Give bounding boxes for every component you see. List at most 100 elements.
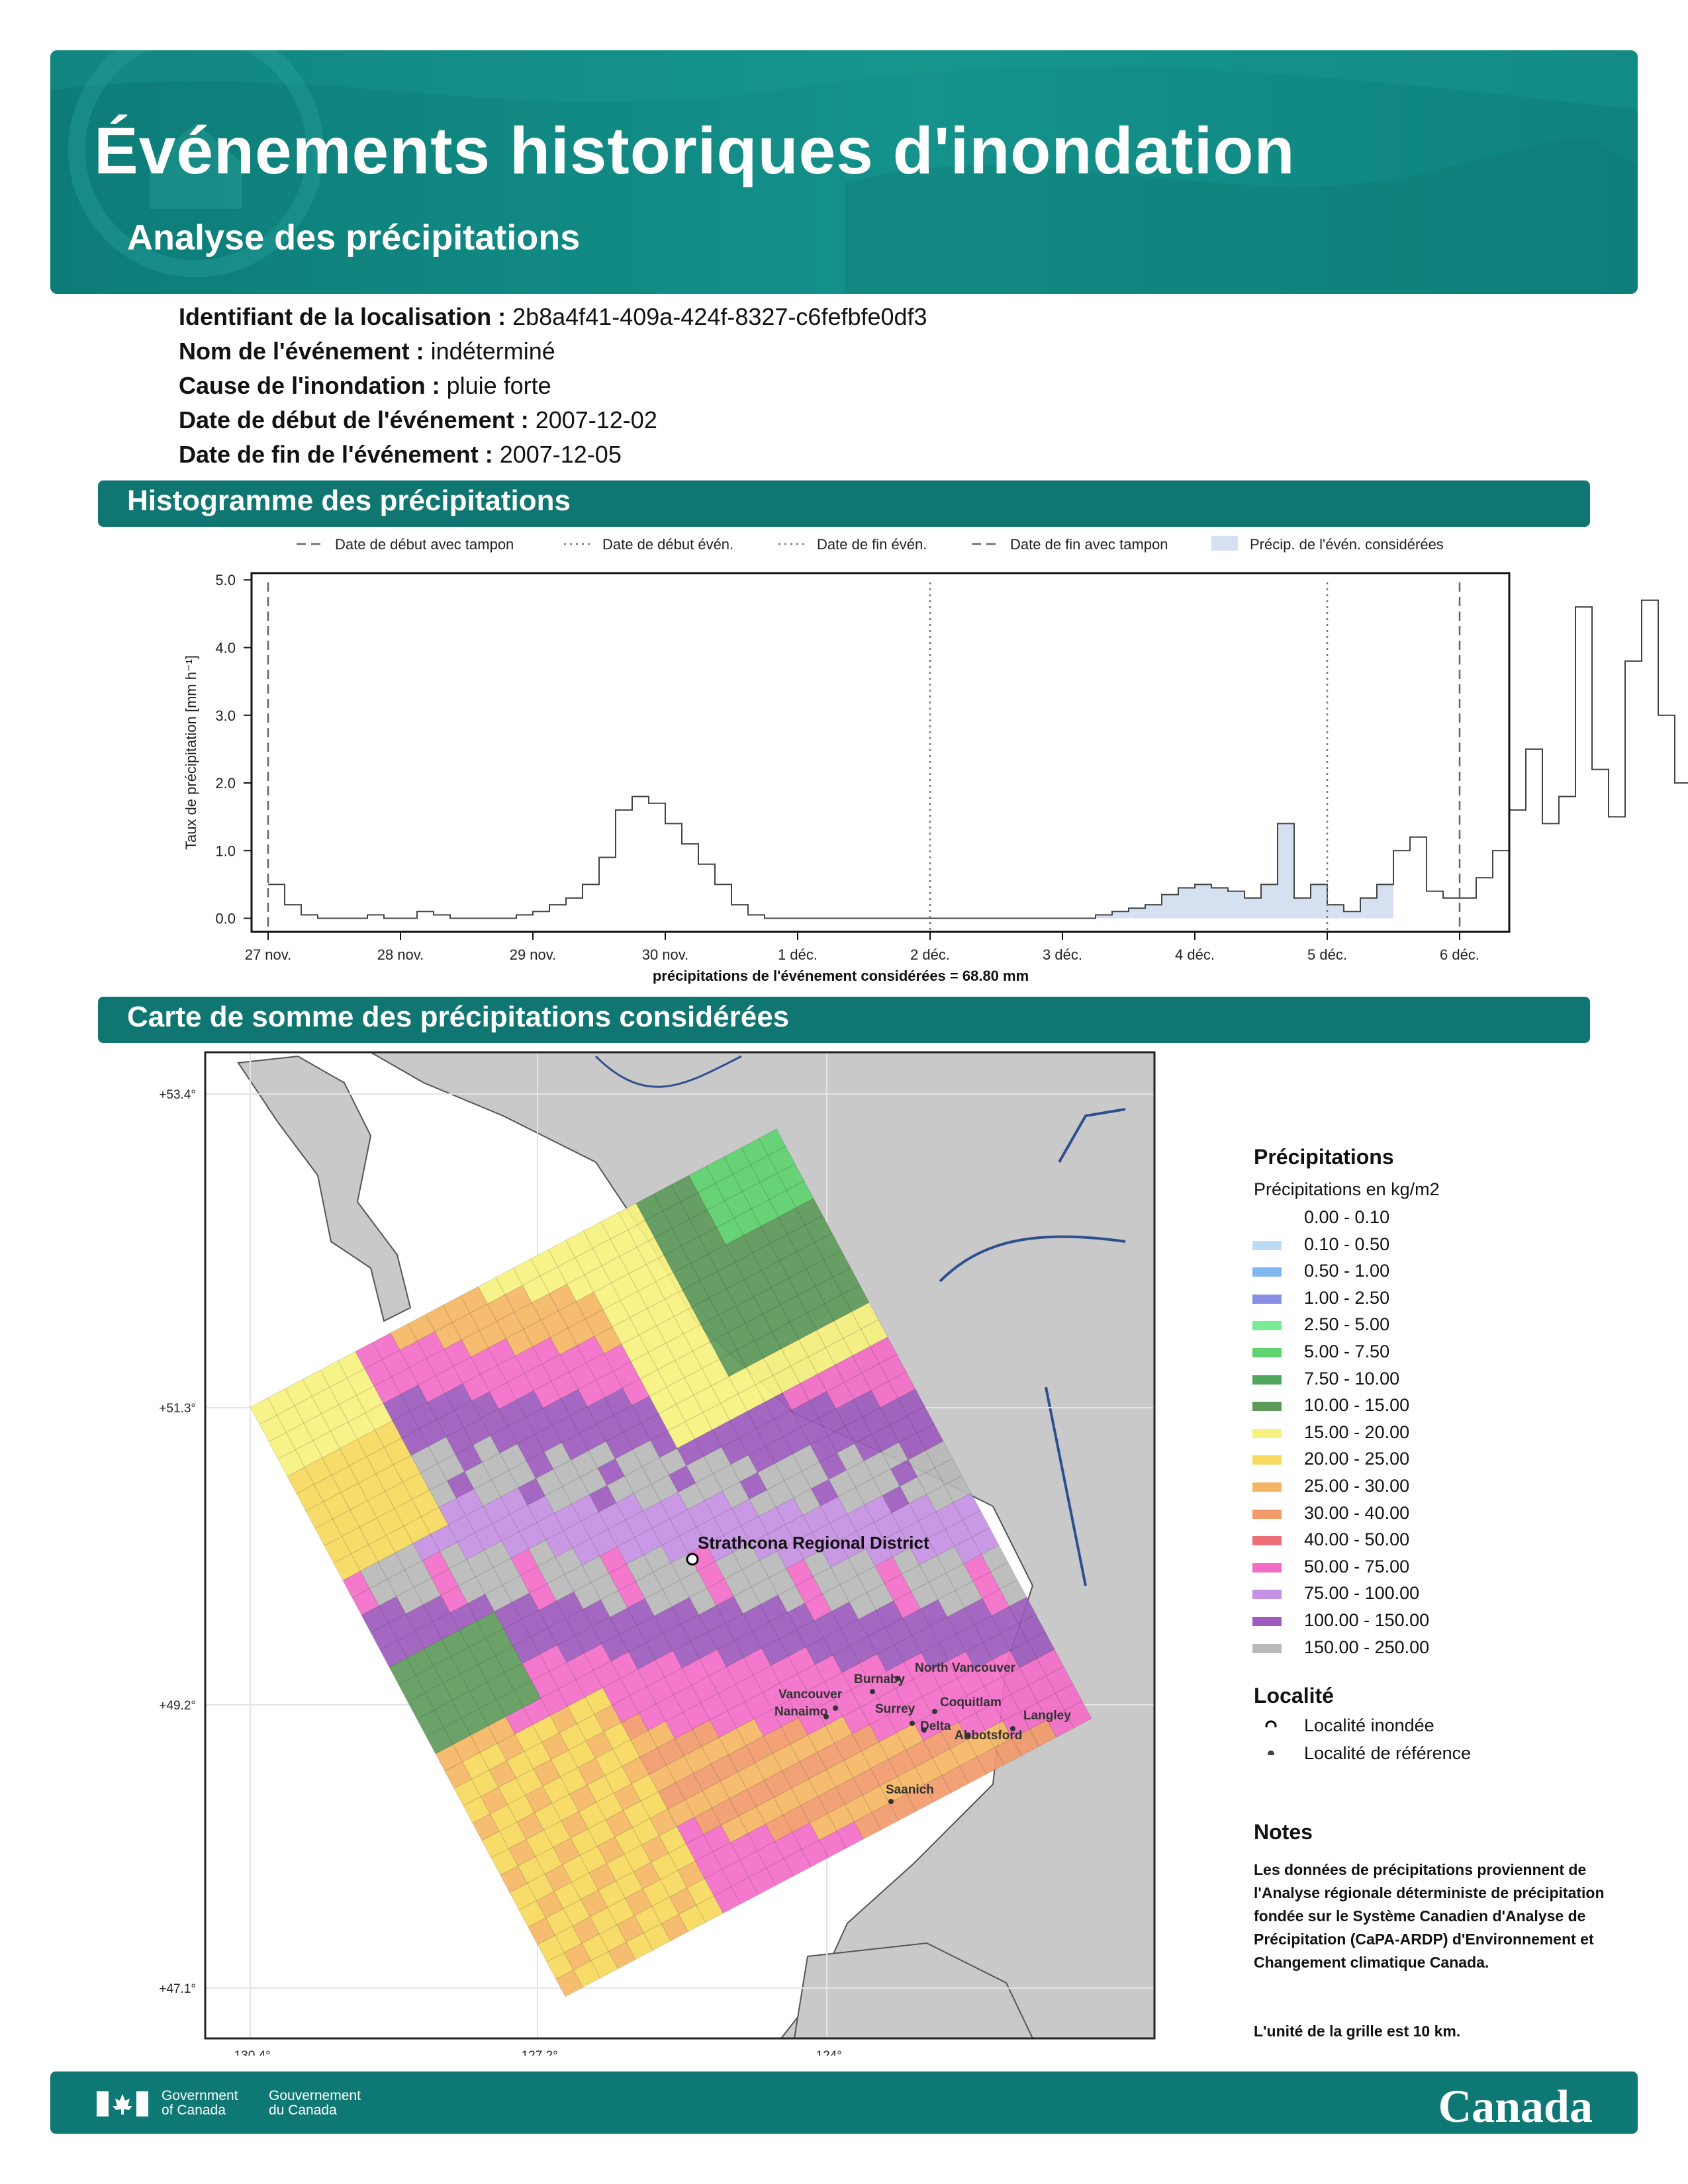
legend-label: 10.00 - 15.00: [1304, 1395, 1410, 1416]
gov-fr: Gouvernement du Canada: [269, 2088, 361, 2118]
shaded-bar: [1377, 884, 1393, 919]
legend-swatch: [1252, 1563, 1282, 1572]
shaded-bar: [1244, 897, 1261, 919]
legend-label: 2.50 - 5.00: [1304, 1314, 1390, 1335]
info-end-date: Date de fin de l'événement :2007-12-05: [179, 441, 622, 469]
lon-tick-label: -127.2°: [517, 2049, 557, 2056]
precipitation-histogram: Date de début avec tampon Date de début é…: [183, 536, 1688, 984]
x-tick-label: 6 déc.: [1440, 946, 1479, 963]
legend-label: 100.00 - 150.00: [1304, 1610, 1430, 1630]
lat-tick-label: +49.2°: [159, 1699, 196, 1713]
legend-label: 1.00 - 2.50: [1304, 1287, 1390, 1308]
legend-label: 0.50 - 1.00: [1304, 1261, 1390, 1281]
legend-swatch: [1252, 1267, 1282, 1277]
legend-label: Date de fin avec tampon: [1010, 536, 1168, 553]
legend-title: Précipitations: [1254, 1145, 1394, 1169]
shaded-bar: [1311, 884, 1327, 919]
x-tick-label: 2 déc.: [910, 946, 950, 963]
y-tick-label: 1.0: [215, 842, 236, 859]
notes-title: Notes: [1254, 1820, 1313, 1844]
info-location-id: Identifiant de la localisation :2b8a4f41…: [179, 303, 927, 331]
info-value: 2007-12-05: [499, 441, 622, 468]
legend-label: 40.00 - 50.00: [1304, 1529, 1410, 1550]
y-tick-label: 0.0: [215, 911, 236, 927]
legend-label: 150.00 - 250.00: [1304, 1637, 1430, 1657]
y-tick-label: 3.0: [215, 707, 236, 724]
info-start-date: Date de début de l'événement :2007-12-02: [179, 406, 657, 434]
header-banner: Événements historiques d'inondation Anal…: [50, 50, 1638, 294]
y-axis-label: Taux de précipitation [mm h⁻¹]: [183, 655, 199, 850]
legend-label: Précip. de l'évén. considérées: [1250, 536, 1444, 553]
precip-step-line: [268, 599, 1688, 919]
legend-swatch: [1211, 536, 1238, 551]
legend-label: 15.00 - 20.00: [1304, 1422, 1410, 1442]
legend-swatch: [1252, 1482, 1282, 1492]
info-flood-cause: Cause de l'inondation : pluie forte: [179, 372, 551, 400]
info-event-name: Nom de l'événement : indéterminé: [179, 338, 555, 365]
notes-text: Les données de précipitations proviennen…: [1254, 1861, 1605, 1971]
y-tick-label: 5.0: [215, 572, 236, 588]
legend-label: Localité inondée: [1304, 1715, 1434, 1735]
legend-swatch: [1252, 1643, 1282, 1653]
page-subtitle: Analyse des précipitations: [127, 218, 581, 257]
shaded-bar: [1211, 887, 1228, 919]
legend-label: 50.00 - 75.00: [1304, 1556, 1410, 1576]
legend-swatch: [1252, 1402, 1282, 1412]
lon-tick-label: -130.4°: [230, 2049, 270, 2056]
info-label: Cause de l'inondation :: [179, 372, 440, 399]
x-axis-label: précipitations de l'événement considérée…: [653, 968, 1029, 984]
legend-swatch: [1252, 1590, 1282, 1600]
legend-label: 75.00 - 100.00: [1304, 1583, 1420, 1604]
legend-swatch: [1252, 1455, 1282, 1465]
reference-locality-label: Burnaby: [854, 1672, 906, 1686]
x-tick-label: 3 déc.: [1043, 946, 1082, 963]
shaded-bar: [1129, 908, 1145, 919]
x-tick-label: 29 nov.: [510, 946, 557, 963]
shaded-bar: [1261, 884, 1278, 919]
legend-swatch: [1252, 1321, 1282, 1331]
legend-label: Date de fin évén.: [817, 536, 927, 553]
legend-swatch: [1252, 1240, 1282, 1250]
info-value: 2007-12-02: [535, 406, 657, 433]
lat-tick-label: +51.3°: [159, 1402, 196, 1416]
info-value: pluie forte: [446, 372, 551, 399]
chart-legend: Date de début avec tampon Date de début é…: [297, 536, 1444, 553]
lon-tick-label: -124°: [812, 2049, 842, 2056]
shaded-bar: [1178, 887, 1195, 919]
legend-label: 0.10 - 0.50: [1304, 1234, 1390, 1254]
shaded-bar: [1145, 905, 1162, 919]
y-tick-label: 4.0: [215, 639, 236, 656]
lat-tick-label: +47.1°: [159, 1982, 196, 1996]
reference-locality-label: Vancouver: [778, 1688, 843, 1702]
locality-legend-title: Localité: [1254, 1684, 1334, 1707]
flooded-locality-label: Strathcona Regional District: [698, 1533, 929, 1553]
reference-locality-label: Coquitlam: [940, 1696, 1002, 1709]
shaded-bar: [1278, 823, 1294, 919]
reference-locality-marker: [888, 1799, 894, 1804]
shaded-bar: [1344, 911, 1360, 919]
x-tick-label: 1 déc.: [778, 946, 818, 963]
reference-locality-marker: [932, 1709, 937, 1714]
info-label: Date de début de l'événement :: [179, 406, 529, 433]
legend-swatch: [1252, 1348, 1282, 1357]
shaded-bar: [1195, 884, 1211, 919]
precipitation-map: Strathcona Regional District North Vancou…: [159, 1051, 1156, 2056]
legend-swatch: [1252, 1214, 1282, 1223]
legend-swatch: [1252, 1509, 1282, 1519]
legend-label: 7.50 - 10.00: [1304, 1368, 1400, 1388]
canada-flag-icon: [97, 2091, 148, 2116]
legend-label: 30.00 - 40.00: [1304, 1502, 1410, 1523]
reference-locality-marker: [870, 1689, 875, 1694]
info-label: Date de fin de l'événement :: [179, 441, 493, 468]
legend-label: 20.00 - 25.00: [1304, 1449, 1410, 1469]
x-tick-label: 30 nov.: [642, 946, 689, 963]
legend-swatch: [1252, 1428, 1282, 1438]
map-content: Strathcona Regional District North Vancou…: [205, 1052, 1154, 2038]
gov-en: Government of Canada: [162, 2088, 238, 2118]
legend-swatch: [1252, 1294, 1282, 1304]
x-tick-label: 4 déc.: [1175, 946, 1215, 963]
x-tick-label: 27 nov.: [245, 946, 292, 963]
footer: Government of Canada Gouvernement du Can…: [50, 2071, 1638, 2134]
info-value: indéterminé: [430, 338, 555, 365]
legend-label: Localité de référence: [1304, 1743, 1472, 1763]
